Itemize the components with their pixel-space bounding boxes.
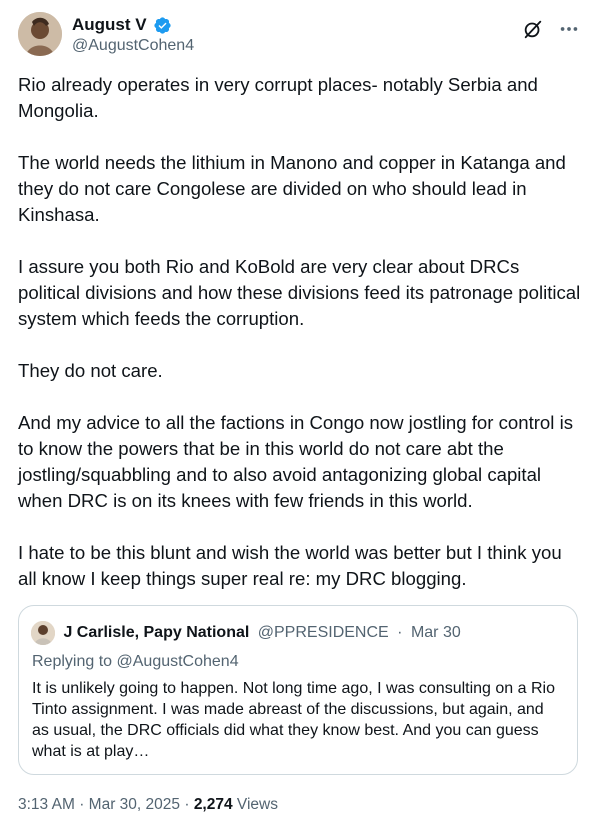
meta-separator: · [184, 796, 190, 813]
replying-label: Replying to [32, 653, 113, 670]
quoted-tweet-card[interactable]: J Carlisle, Papy National @PPRESIDENCE ·… [18, 605, 578, 775]
quote-text: It is unlikely going to happen. Not long… [32, 680, 555, 760]
replying-mention[interactable]: @AugustCohen4 [117, 653, 239, 670]
author-avatar[interactable] [18, 12, 62, 56]
author-handle[interactable]: @AugustCohen4 [72, 36, 194, 56]
quote-date[interactable]: Mar 30 [411, 624, 461, 642]
tweet-body: Rio already operates in very corrupt pla… [18, 72, 583, 592]
tweet-paragraph: And my advice to all the factions in Con… [18, 412, 573, 511]
author-name-block: August V @AugustCohen4 [72, 15, 194, 56]
views-label: Views [236, 796, 278, 813]
quote-author-handle[interactable]: @PPRESIDENCE [258, 624, 389, 642]
replying-to-line: Replying to @AugustCohen4 [32, 653, 239, 671]
quote-author-avatar[interactable] [31, 621, 55, 645]
more-dots-icon[interactable] [558, 18, 580, 40]
tweet-paragraph: They do not care. [18, 360, 163, 381]
verified-badge-icon [154, 16, 171, 34]
tweet-date[interactable]: Mar 30, 2025 [89, 796, 180, 813]
quote-header: J Carlisle, Papy National @PPRESIDENCE ·… [31, 621, 461, 645]
meta-separator: · [79, 796, 85, 813]
tweet-paragraph: The world needs the lithium in Manono an… [18, 152, 566, 225]
grok-icon[interactable] [522, 18, 544, 40]
tweet-paragraph: I assure you both Rio and KoBold are ver… [18, 256, 581, 329]
tweet-time[interactable]: 3:13 AM [18, 796, 75, 813]
tweet-header: August V @AugustCohen4 [18, 12, 580, 60]
tweet-meta: 3:13 AM · Mar 30, 2025 · 2,274 Views [18, 796, 278, 814]
author-display-name[interactable]: August V [72, 15, 147, 35]
tweet-paragraph: I hate to be this blunt and wish the wor… [18, 542, 562, 589]
views-count: 2,274 [193, 796, 233, 813]
quote-author-name[interactable]: J Carlisle, Papy National [63, 624, 249, 642]
tweet-paragraph: Rio already operates in very corrupt pla… [18, 74, 538, 121]
quote-separator: · [397, 624, 403, 641]
